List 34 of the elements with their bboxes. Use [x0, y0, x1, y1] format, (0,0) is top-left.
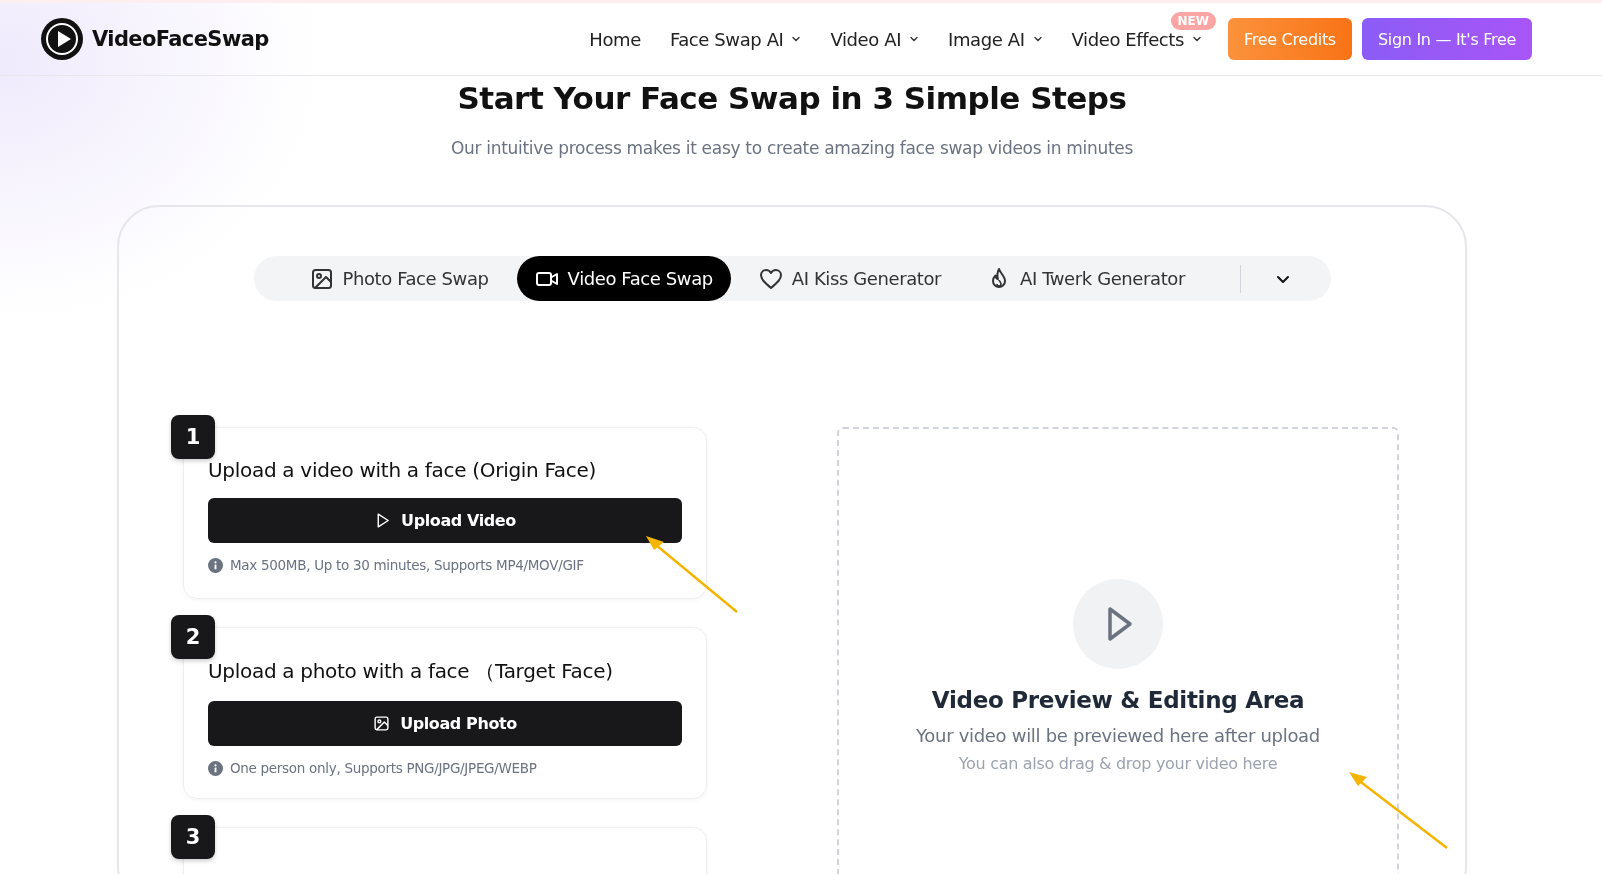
heart-icon	[758, 266, 783, 291]
preview-hint: You can also drag & drop your video here	[958, 754, 1278, 773]
step-number: 1	[171, 415, 215, 459]
nav-link[interactable]: Home	[589, 28, 641, 50]
logo-icon	[40, 17, 84, 61]
upload-note: One person only, Supports PNG/JPG/JPEG/WEBP	[230, 760, 537, 776]
step-number: 2	[171, 615, 215, 659]
info-icon	[208, 760, 223, 776]
play-icon	[1073, 579, 1163, 669]
image-icon	[373, 715, 391, 732]
nav-link[interactable]: Image AI	[948, 28, 1043, 50]
sign-in-button[interactable]: Sign In — It's Free	[1361, 18, 1532, 60]
preview-title: Video Preview & Editing Area	[931, 687, 1305, 713]
upload-button[interactable]: Upload Photo	[208, 701, 682, 746]
page-subtitle: Our intuitive process makes it easy to create amazing face swap videos in minutes	[450, 138, 1134, 158]
new-badge: NEW	[1170, 11, 1216, 30]
info-icon	[208, 557, 223, 573]
upload-button[interactable]: Upload Video	[208, 498, 682, 543]
step-title: Upload a photo with a face （Target Face)	[208, 658, 614, 685]
brand-name[interactable]: VideoFaceSwap	[92, 27, 269, 51]
nav-link[interactable]: Video AI	[830, 28, 920, 50]
tab[interactable]: Video Face Swap	[516, 256, 731, 301]
tab[interactable]: AI Kiss Generator	[740, 256, 960, 301]
nav-link[interactable]: Face Swap AI	[669, 28, 802, 50]
preview-text: Your video will be previewed here after upload	[916, 725, 1320, 746]
page-title: Start Your Face Swap in 3 Simple Steps	[457, 79, 1127, 118]
tab[interactable]: Photo Face Swap	[291, 256, 507, 301]
nav-link[interactable]: Video Effects	[1071, 28, 1202, 50]
preview-area[interactable]: Video Preview & Editing Area Your video will be previewed here after upload You can also drag & drop your video here	[837, 427, 1399, 874]
upload-note: Max 500MB, Up to 30 minutes, Supports MP4/MOV/GIF	[230, 557, 584, 573]
step-number: 3	[171, 815, 215, 859]
tab[interactable]: AI Twerk Generator	[969, 256, 1203, 301]
step-title: Upload a video with a face (Origin Face)	[208, 458, 598, 482]
image-icon	[309, 266, 334, 291]
